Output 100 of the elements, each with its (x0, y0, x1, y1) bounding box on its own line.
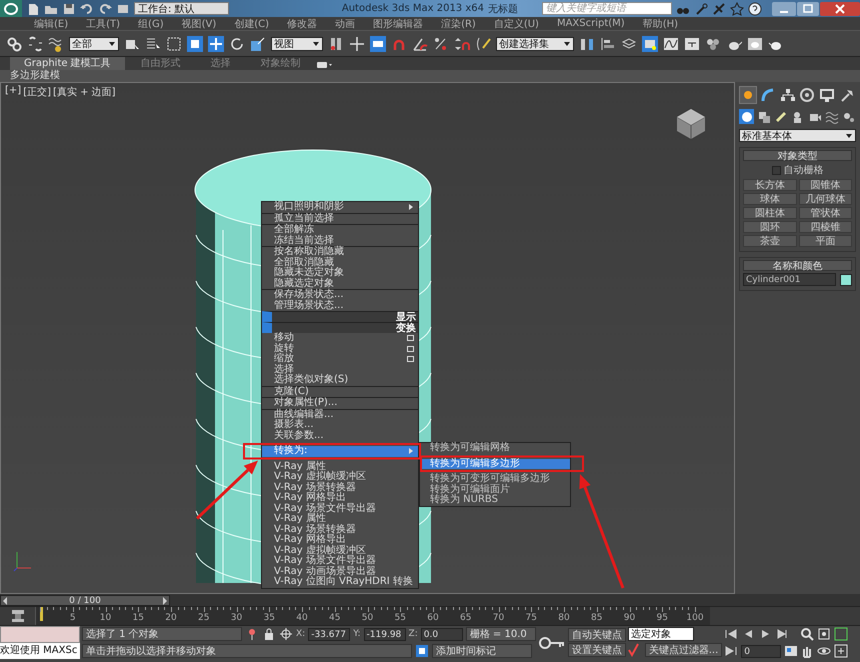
chain-link-icon[interactable] (6, 36, 22, 52)
wave-icon[interactable] (824, 109, 839, 124)
key-mode-dropdown[interactable]: 选定对象 (628, 627, 694, 641)
menu-item[interactable]: 隐藏未选定对象 (262, 268, 418, 278)
viewport-label[interactable]: [正交] (23, 85, 51, 99)
menu-item[interactable]: V-Ray 场景转换器 (262, 524, 418, 535)
rectangle-selection-icon[interactable] (166, 36, 182, 52)
menu-item[interactable]: 组(G) (138, 16, 164, 30)
menu-item[interactable]: V-Ray 场景文件导出器 (262, 504, 418, 514)
percent-snap-icon[interactable] (433, 36, 449, 52)
menu-item[interactable]: 缩放 (262, 354, 418, 364)
maximize-viewport-icon[interactable] (834, 644, 848, 658)
workspace-dropdown[interactable]: 工作台: 默认 (134, 2, 229, 15)
menu-item[interactable]: 关联参数... (262, 430, 418, 441)
lock-icon[interactable] (262, 627, 276, 641)
wave-link-icon[interactable] (48, 36, 64, 52)
scale-icon[interactable] (250, 36, 266, 52)
menu-item[interactable]: 自定义(U) (494, 16, 539, 30)
menu-item[interactable]: 转换为: (262, 446, 418, 456)
viewport-label[interactable]: [真实 + 边面] (53, 85, 116, 99)
reference-coordinate-dropdown[interactable]: 视图 (271, 36, 323, 50)
app-logo-icon[interactable] (0, 0, 22, 17)
menu-item[interactable]: V-Ray 场景文件导出器 (262, 556, 418, 566)
menu-item[interactable]: MAXScript(M) (556, 18, 625, 29)
option-box-icon[interactable] (407, 344, 415, 353)
angle-snap-icon[interactable] (412, 36, 428, 52)
zoom-all-icon[interactable] (817, 627, 832, 641)
menu-item[interactable]: 帮助(H) (642, 16, 678, 30)
script-listener-field[interactable] (0, 626, 80, 643)
redo-icon[interactable] (98, 2, 112, 16)
time-tag-icon[interactable] (415, 644, 429, 658)
zoom-extents-icon[interactable] (834, 627, 848, 641)
option-box-icon[interactable] (407, 334, 415, 342)
auto-key-button[interactable]: 自动关键点 (568, 628, 626, 642)
go-to-end-icon[interactable] (724, 644, 738, 658)
menu-item[interactable]: 修改器 (287, 16, 318, 30)
menu-item[interactable]: 转换为可编辑多边形 (420, 458, 570, 469)
menu-item[interactable]: 摄影表... (262, 420, 418, 430)
frame-ruler[interactable]: 5 10 15 20 25 30 35 40 45 50 55 60 65 70 75 80 85 90 95 100 (35, 607, 710, 625)
minimize-icon[interactable] (772, 2, 796, 16)
time-config-icon[interactable] (784, 644, 798, 658)
menu-item[interactable]: V-Ray 属性 (262, 462, 418, 472)
menu-item[interactable]: 全部取消隐藏 (262, 258, 418, 268)
boxes-icon[interactable] (756, 109, 771, 124)
menu-item[interactable]: V-Ray 位图向 VRayHDRI 转换 (262, 577, 418, 588)
checkbox[interactable] (772, 166, 780, 174)
menu-item[interactable]: V-Ray 网格导出 (262, 535, 418, 546)
category-dropdown[interactable]: 标准基本体 (739, 129, 856, 142)
dropdown-caret-icon[interactable] (312, 40, 320, 48)
frame-field[interactable]: 0 (741, 644, 782, 658)
menu-item[interactable]: V-Ray 场景转换器 (262, 482, 418, 493)
name-field[interactable]: Cylinder001 (743, 273, 836, 286)
selection-set-dropdown[interactable]: 创建选择集 (496, 36, 574, 50)
menu-item[interactable]: V-Ray 虚拟帧缓冲区 (262, 472, 418, 482)
time-slider-track[interactable]: 0 / 100 (0, 594, 860, 607)
ribbon-panel-tab[interactable]: 多边形建模 (10, 70, 60, 82)
layers-icon[interactable] (621, 36, 637, 52)
monitor-icon[interactable] (818, 86, 836, 104)
coordinate-field[interactable]: -33.677 (308, 628, 350, 640)
curve-editor-icon[interactable] (663, 36, 679, 52)
menu-item[interactable]: 保存场景状态... (262, 290, 418, 300)
menu-item[interactable]: 转换为可编辑网格 (420, 443, 570, 454)
move-icon[interactable] (208, 36, 224, 52)
window-crossing-icon[interactable] (187, 36, 203, 52)
undo-icon[interactable] (80, 2, 94, 16)
zoom-icon[interactable] (800, 627, 814, 641)
pivot-icon[interactable] (328, 36, 344, 52)
menu-item[interactable]: 隐藏选定对象 (262, 278, 418, 289)
coordinate-field[interactable]: 0.0 (420, 628, 463, 640)
object-type-button[interactable]: 几何球体 (798, 193, 852, 205)
next-frame-icon[interactable] (775, 627, 790, 641)
menu-item[interactable]: 冻结当前选择 (262, 236, 418, 246)
hierarchy-icon[interactable] (778, 86, 797, 104)
next-frame-icon[interactable] (160, 596, 169, 606)
rollout-header[interactable]: 对象类型 (743, 150, 852, 161)
menu-item[interactable]: 选择 (262, 364, 418, 375)
track-bar-icon[interactable] (10, 608, 26, 624)
script-listener-text[interactable]: 欢迎使用 MAXSc (0, 642, 80, 659)
menu-item[interactable]: 转换为 NURBS (420, 495, 570, 506)
menu-item[interactable]: 渲染(R) (441, 16, 476, 30)
selection-filter-dropdown[interactable]: 全部 (69, 36, 119, 50)
key-filters-button[interactable]: 关键点过滤器... (644, 643, 722, 657)
coordinate-field[interactable]: -119.98 (364, 628, 406, 640)
crosshair-icon[interactable] (279, 627, 293, 641)
ribbon-tab[interactable]: Graphite 建模工具 (10, 57, 125, 70)
viewport-label[interactable]: [+] (5, 85, 22, 99)
menu-item[interactable]: 按名称取消隐藏 (262, 247, 418, 258)
previous-frame-icon[interactable] (1, 596, 9, 606)
menu-item[interactable]: 图形编辑器 (373, 16, 424, 30)
scene-explorer-icon[interactable] (642, 36, 658, 52)
object-type-button[interactable]: 管状体 (798, 207, 852, 219)
rotate-icon[interactable] (229, 36, 245, 52)
object-type-button[interactable]: 圆环 (743, 221, 796, 233)
menu-item[interactable]: 旋转 (262, 344, 418, 354)
submenu-arrow-icon[interactable] (407, 203, 415, 212)
menu-item[interactable]: V-Ray 动画场景导出器 (262, 566, 418, 577)
crosshair-icon[interactable] (349, 36, 365, 52)
menu-item[interactable]: 全部解冻 (262, 225, 418, 236)
go-to-start-icon[interactable] (724, 627, 738, 641)
object-type-button[interactable]: 平面 (798, 235, 852, 247)
